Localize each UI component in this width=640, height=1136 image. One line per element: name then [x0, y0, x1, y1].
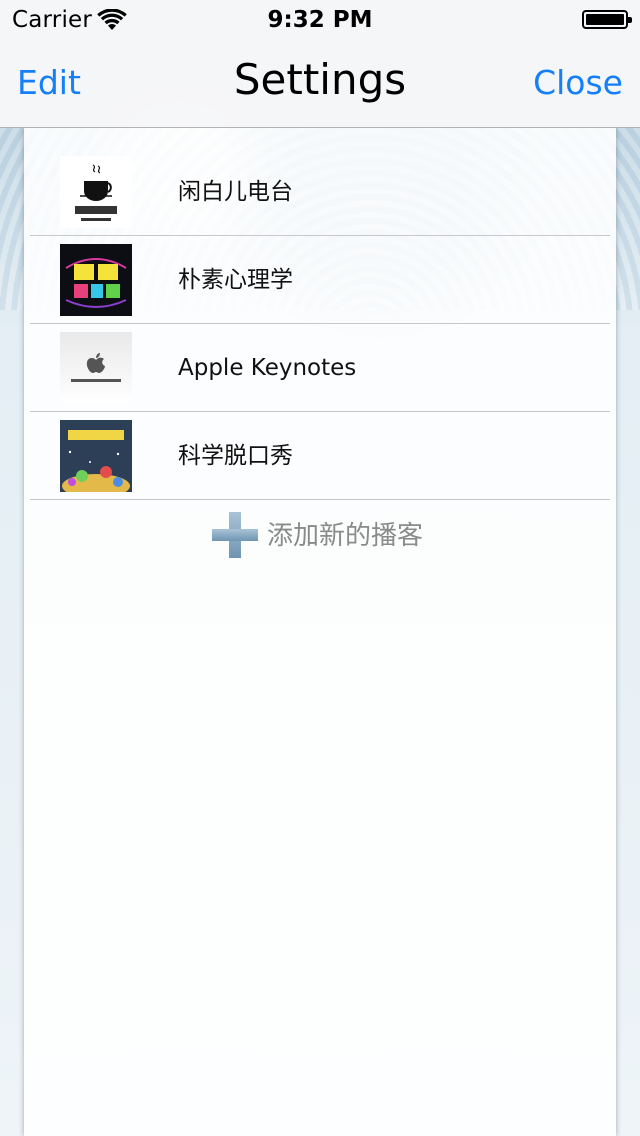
plus-icon	[212, 512, 258, 558]
status-time: 9:32 PM	[267, 7, 373, 33]
pusu-psychology-artwork	[60, 244, 132, 316]
podcast-list-card: 闲白儿电台 朴素心理学 Apple Keynotes 科学脱口秀 添加新的播客	[24, 128, 616, 1136]
battery-icon	[582, 10, 632, 29]
podcast-row-xianbaier[interactable]: 闲白儿电台	[30, 148, 610, 236]
xianbaier-radio-artwork	[60, 156, 132, 228]
apple-keynotes-artwork	[60, 332, 132, 404]
add-podcast-button[interactable]: 添加新的播客	[24, 500, 616, 572]
battery-fill	[586, 14, 624, 25]
podcast-list: 闲白儿电台 朴素心理学 Apple Keynotes 科学脱口秀	[30, 148, 610, 500]
podcast-row-science-talk[interactable]: 科学脱口秀	[30, 412, 610, 500]
close-button[interactable]: Close	[533, 63, 623, 102]
podcast-name: 朴素心理学	[178, 267, 293, 293]
podcast-row-pusu[interactable]: 朴素心理学	[30, 236, 610, 324]
science-talk-show-artwork	[60, 420, 132, 492]
podcast-row-apple-keynotes[interactable]: Apple Keynotes	[30, 324, 610, 412]
podcast-name: Apple Keynotes	[178, 355, 357, 381]
podcast-name: 科学脱口秀	[178, 443, 293, 469]
battery-tip	[628, 17, 632, 23]
add-podcast-label: 添加新的播客	[267, 521, 424, 551]
podcast-name: 闲白儿电台	[178, 179, 293, 205]
status-bar: Carrier 9:32 PM	[0, 0, 640, 40]
